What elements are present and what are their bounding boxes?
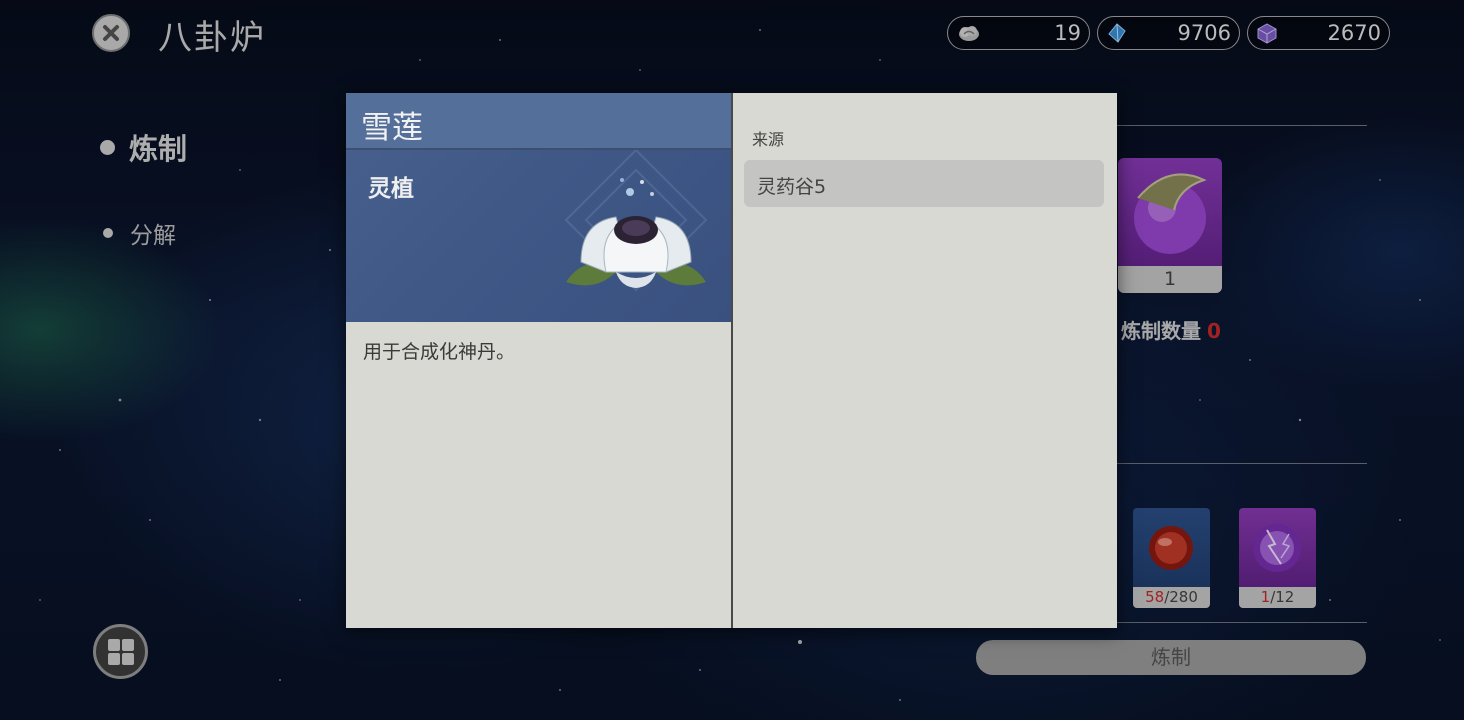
material-need: /280 <box>1164 588 1198 606</box>
material-need: /12 <box>1270 588 1295 606</box>
cloud-token-icon <box>959 26 979 41</box>
item-header: 雪莲 <box>346 93 731 150</box>
nav-item-refine[interactable]: 炼制 <box>100 126 187 168</box>
product-slot[interactable]: 1 <box>1118 158 1222 293</box>
material-slot[interactable]: 58/280 <box>1133 508 1210 608</box>
currency-blue-gem[interactable]: 9706 <box>1097 16 1240 50</box>
divider <box>1117 463 1367 464</box>
refine-quantity-label: 炼制数量 <box>1121 319 1201 343</box>
currency-cloud-token[interactable]: 19 <box>947 16 1090 50</box>
item-detail-panel: 雪莲 灵植 用于合成化神丹。 <box>346 93 731 628</box>
refine-quantity: 炼制数量 0 <box>1121 315 1221 344</box>
currency-amount: 19 <box>1054 21 1081 45</box>
grid-menu-icon <box>107 638 134 665</box>
menu-button[interactable] <box>93 624 148 679</box>
red-orb-icon <box>1149 526 1193 570</box>
source-item-label: 灵药谷5 <box>757 176 827 198</box>
item-art-panel: 灵植 <box>346 150 731 322</box>
active-dot-icon <box>100 139 115 155</box>
modal-divider <box>731 93 733 628</box>
divider <box>1117 125 1367 126</box>
close-button[interactable] <box>92 14 130 52</box>
material-have: 1 <box>1260 588 1271 606</box>
nav-item-label: 炼制 <box>129 132 188 166</box>
divider <box>1117 622 1367 623</box>
currency-amount: 9706 <box>1177 21 1231 45</box>
source-label: 来源 <box>752 130 785 149</box>
refine-button[interactable]: 炼制 <box>976 640 1366 675</box>
page-title: 八卦炉 <box>158 18 266 58</box>
snow-lotus-icon <box>564 150 708 292</box>
item-description: 用于合成化神丹。 <box>363 341 516 363</box>
material-count: 58/280 <box>1133 587 1210 608</box>
close-icon <box>103 25 119 41</box>
item-info-modal: 雪莲 灵植 用于合成化神丹。 来源 灵药谷5 <box>346 93 1117 628</box>
material-slot[interactable]: 1/12 <box>1239 508 1316 608</box>
nav-item-label: 分解 <box>130 223 176 249</box>
source-item[interactable]: 灵药谷5 <box>744 160 1104 207</box>
refine-quantity-value: 0 <box>1207 319 1221 343</box>
dot-icon <box>103 228 113 238</box>
item-name: 雪莲 <box>361 110 423 146</box>
purple-cube-icon <box>1257 23 1277 44</box>
material-have: 58 <box>1145 588 1165 606</box>
purple-lightning-orb-icon <box>1253 524 1301 572</box>
currency-amount: 2670 <box>1327 21 1381 45</box>
purple-orb-icon <box>1134 173 1207 254</box>
material-count: 1/12 <box>1239 587 1316 608</box>
blue-gem-icon <box>1108 23 1126 43</box>
product-count: 1 <box>1118 266 1222 293</box>
nav-item-decompose[interactable]: 分解 <box>103 216 176 250</box>
currency-purple-cube[interactable]: 2670 <box>1247 16 1390 50</box>
